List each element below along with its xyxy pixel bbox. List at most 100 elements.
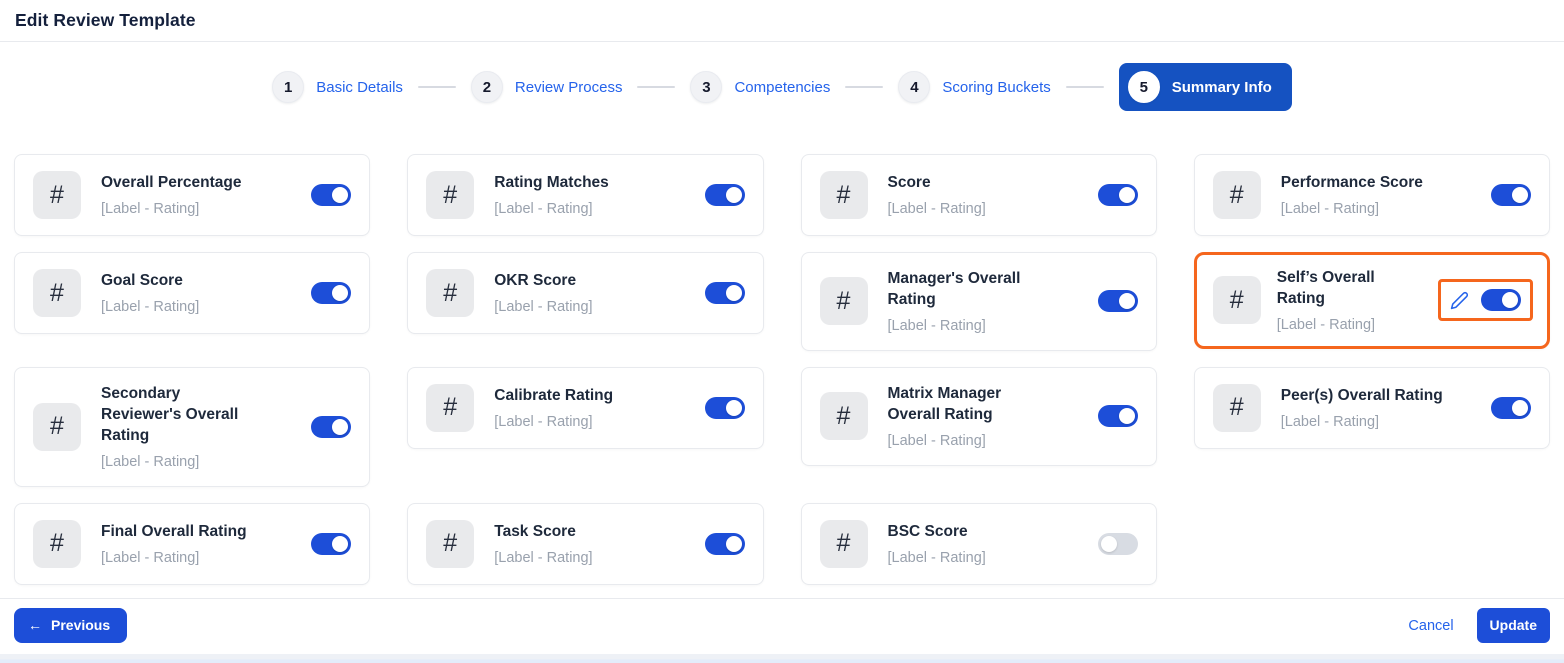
summary-cards-grid: # Overall Percentage [Label - Rating] # …: [14, 154, 1550, 585]
card-title: Rating Matches: [494, 173, 680, 194]
card-subtitle: [Label - Rating]: [101, 454, 287, 470]
toggle-knob: [1512, 187, 1528, 203]
step-connector: [1066, 86, 1104, 88]
stepper-step-scoring-buckets[interactable]: 4 Scoring Buckets: [898, 71, 1050, 103]
summary-field-card-score: # Score [Label - Rating]: [801, 154, 1157, 236]
card-title: Overall Percentage: [101, 173, 287, 194]
field-toggle[interactable]: [705, 282, 745, 304]
toggle-knob: [726, 187, 742, 203]
field-toggle[interactable]: [1098, 533, 1138, 555]
card-subtitle: [Label - Rating]: [1281, 414, 1467, 430]
card-controls: [1491, 184, 1531, 206]
hash-icon: #: [426, 269, 474, 317]
card-subtitle: [Label - Rating]: [494, 550, 680, 566]
field-toggle[interactable]: [311, 282, 351, 304]
card-title: Final Overall Rating: [101, 522, 287, 543]
card-text: Score [Label - Rating]: [888, 173, 1078, 217]
card-controls: [705, 397, 745, 419]
pencil-icon: [1450, 291, 1469, 310]
card-controls: [1098, 290, 1138, 312]
toggle-knob: [1119, 408, 1135, 424]
card-text: Performance Score [Label - Rating]: [1281, 173, 1471, 217]
field-toggle[interactable]: [1491, 397, 1531, 419]
toggle-knob: [1512, 400, 1528, 416]
step-number: 4: [898, 71, 930, 103]
card-text: Self’s Overall Rating [Label - Rating]: [1277, 268, 1422, 333]
toggle-knob: [1502, 292, 1518, 308]
card-controls: [705, 282, 745, 304]
summary-field-card-okr-score: # OKR Score [Label - Rating]: [407, 252, 763, 334]
field-toggle[interactable]: [1098, 290, 1138, 312]
step-connector: [845, 86, 883, 88]
field-toggle[interactable]: [705, 184, 745, 206]
field-toggle[interactable]: [311, 184, 351, 206]
card-subtitle: [Label - Rating]: [888, 550, 1074, 566]
cancel-button[interactable]: Cancel: [1408, 618, 1453, 634]
card-text: OKR Score [Label - Rating]: [494, 271, 684, 315]
card-controls: [1098, 533, 1138, 555]
field-toggle[interactable]: [705, 533, 745, 555]
hash-icon: #: [820, 520, 868, 568]
card-subtitle: [Label - Rating]: [101, 201, 287, 217]
card-text: Task Score [Label - Rating]: [494, 522, 684, 566]
card-text: Calibrate Rating [Label - Rating]: [494, 386, 684, 430]
summary-field-card-performance-score: # Performance Score [Label - Rating]: [1194, 154, 1550, 236]
toggle-knob: [1119, 187, 1135, 203]
card-subtitle: [Label - Rating]: [494, 201, 680, 217]
card-controls: [705, 184, 745, 206]
previous-button[interactable]: ← Previous: [14, 608, 127, 643]
hash-icon: #: [1213, 384, 1261, 432]
card-controls: [311, 416, 351, 438]
toggle-knob: [726, 536, 742, 552]
field-toggle[interactable]: [311, 533, 351, 555]
card-controls: [311, 282, 351, 304]
hash-icon: #: [426, 520, 474, 568]
field-toggle[interactable]: [705, 397, 745, 419]
card-subtitle: [Label - Rating]: [1281, 201, 1467, 217]
step-number: 3: [690, 71, 722, 103]
hash-icon: #: [426, 384, 474, 432]
stepper-step-review-process[interactable]: 2 Review Process: [471, 71, 623, 103]
hash-icon: #: [33, 520, 81, 568]
page-header: Edit Review Template: [0, 0, 1564, 42]
card-title: Performance Score: [1281, 173, 1467, 194]
card-text: BSC Score [Label - Rating]: [888, 522, 1078, 566]
hash-icon: #: [820, 171, 868, 219]
step-label: Review Process: [515, 79, 623, 96]
summary-field-card-self-s-overall-rating: # Self’s Overall Rating [Label - Rating]: [1194, 252, 1550, 349]
summary-field-card-rating-matches: # Rating Matches [Label - Rating]: [407, 154, 763, 236]
stepper-step-summary-info[interactable]: 5 Summary Info: [1119, 63, 1292, 111]
card-title: Self’s Overall Rating: [1277, 268, 1418, 310]
arrow-left-icon: ←: [28, 617, 42, 633]
card-title: Manager's Overall Rating: [888, 269, 1074, 311]
field-toggle[interactable]: [311, 416, 351, 438]
field-toggle[interactable]: [1481, 289, 1521, 311]
field-toggle[interactable]: [1098, 184, 1138, 206]
summary-field-card-manager-s-overall-rating: # Manager's Overall Rating [Label - Rati…: [801, 252, 1157, 351]
hash-icon: #: [426, 171, 474, 219]
edit-label-button[interactable]: [1450, 291, 1469, 310]
toggle-knob: [332, 285, 348, 301]
card-text: Secondary Reviewer's Overall Rating [Lab…: [101, 384, 291, 470]
stepper-step-competencies[interactable]: 3 Competencies: [690, 71, 830, 103]
card-controls: [1098, 405, 1138, 427]
update-button[interactable]: Update: [1477, 608, 1550, 643]
summary-field-card-calibrate-rating: # Calibrate Rating [Label - Rating]: [407, 367, 763, 449]
card-title: Calibrate Rating: [494, 386, 680, 407]
card-text: Rating Matches [Label - Rating]: [494, 173, 684, 217]
card-subtitle: [Label - Rating]: [494, 299, 680, 315]
card-subtitle: [Label - Rating]: [1277, 317, 1418, 333]
card-title: Score: [888, 173, 1074, 194]
field-toggle[interactable]: [1098, 405, 1138, 427]
stepper-step-basic-details[interactable]: 1 Basic Details: [272, 71, 403, 103]
wizard-stepper: 1 Basic Details 2 Review Process 3 Compe…: [0, 42, 1564, 134]
summary-fields-section: # Overall Percentage [Label - Rating] # …: [0, 134, 1564, 598]
card-title: Task Score: [494, 522, 680, 543]
page-title: Edit Review Template: [15, 10, 196, 31]
summary-field-card-final-overall-rating: # Final Overall Rating [Label - Rating]: [14, 503, 370, 585]
field-toggle[interactable]: [1491, 184, 1531, 206]
hash-icon: #: [820, 392, 868, 440]
card-controls: [311, 184, 351, 206]
step-number: 5: [1128, 71, 1160, 103]
card-text: Final Overall Rating [Label - Rating]: [101, 522, 291, 566]
